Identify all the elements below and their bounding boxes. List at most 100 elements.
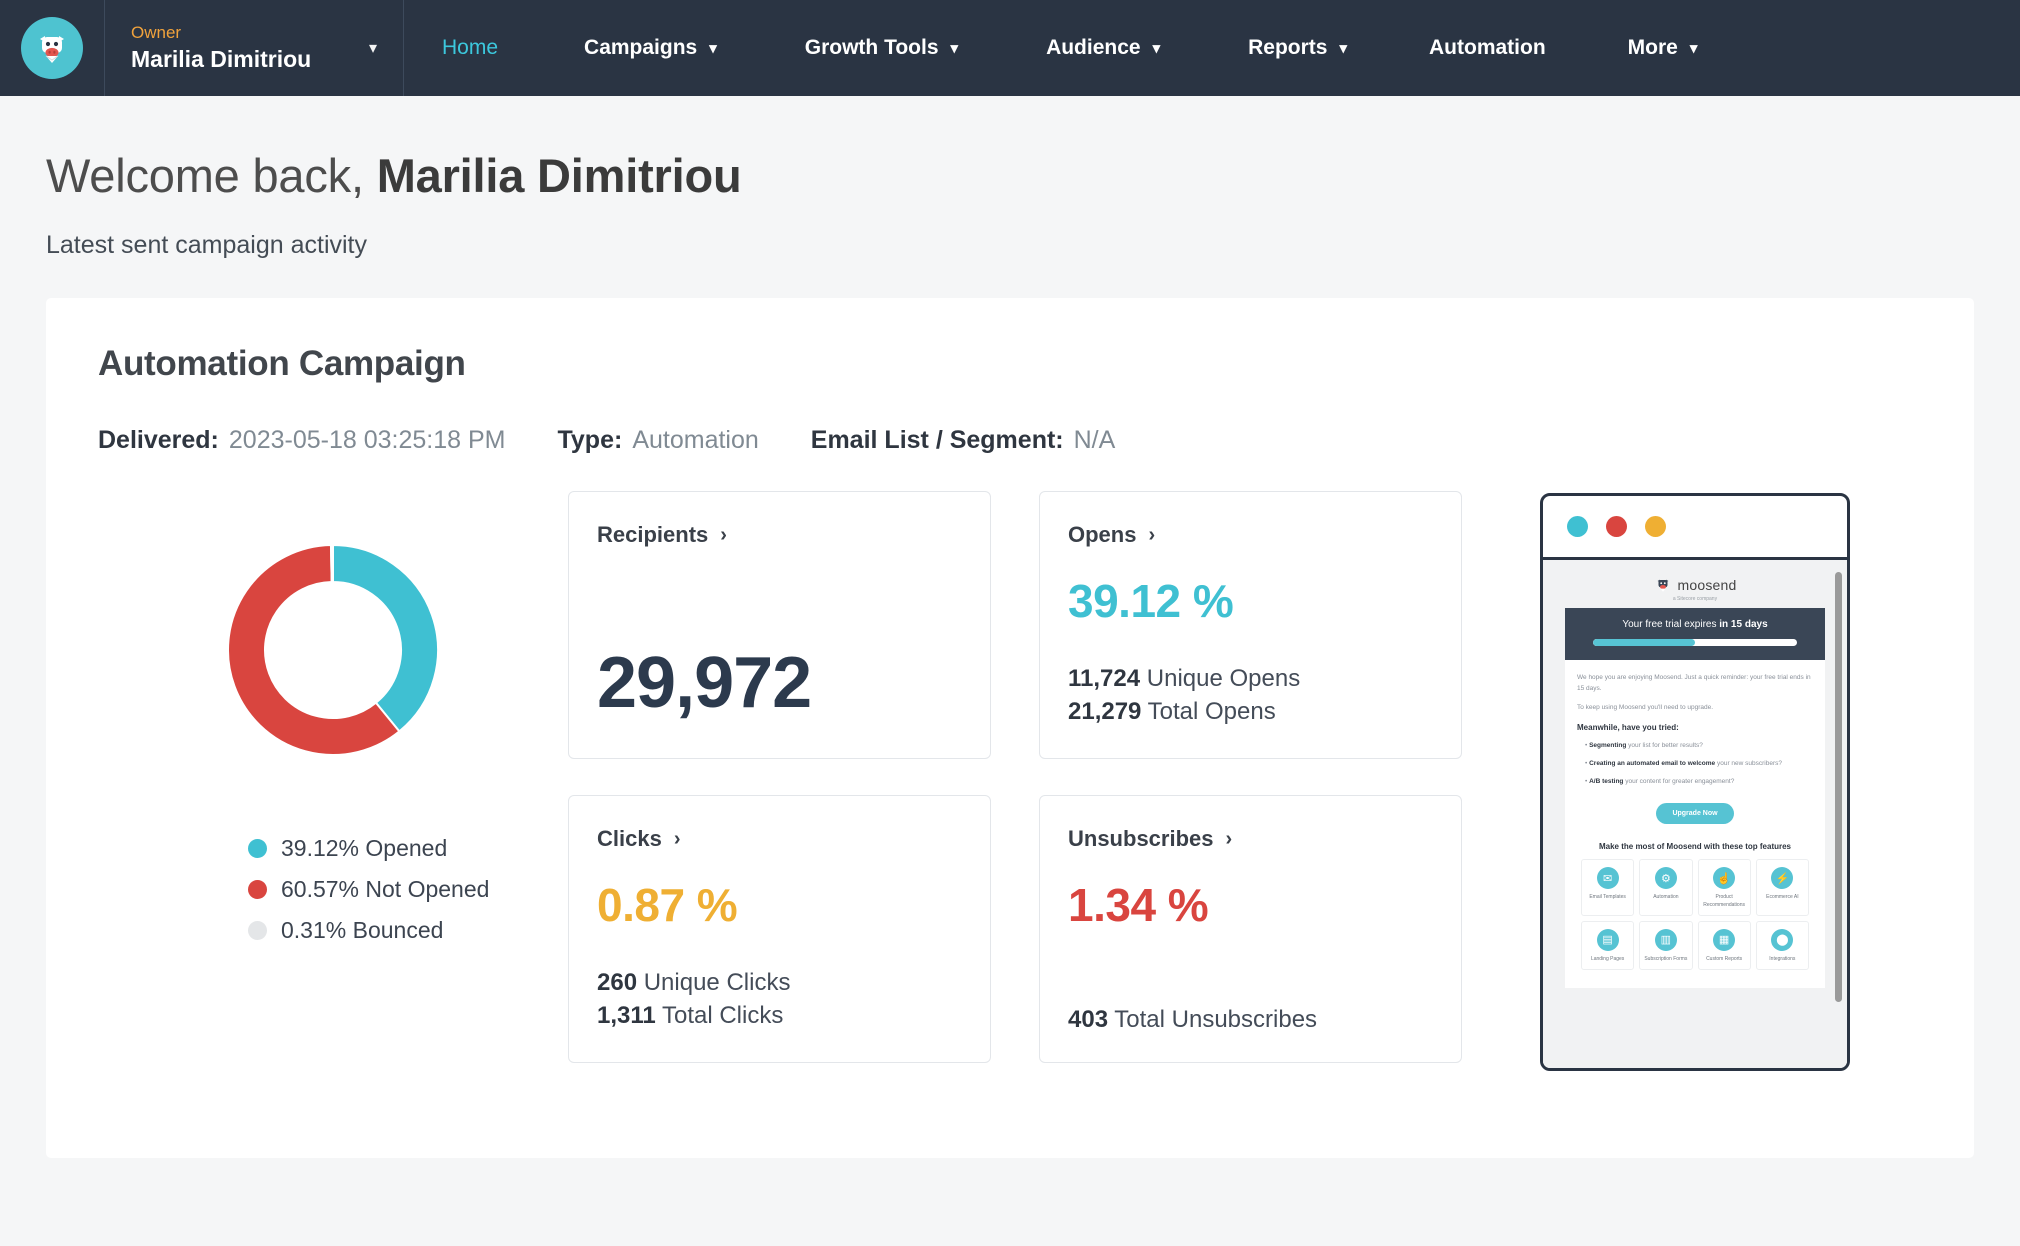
thumbs-up-icon: ☝: [1713, 867, 1736, 890]
email-list-item-3: • A/B testing your content for greater e…: [1585, 778, 1735, 786]
feature-tile-ecommerce-ai[interactable]: ⚡ Ecommerce AI: [1755, 859, 1809, 916]
preview-scrollbar[interactable]: [1835, 572, 1842, 1002]
form-icon: ▥: [1654, 928, 1677, 951]
meta-email-list-segment: Email List / Segment: N/A: [811, 426, 1116, 455]
page-subtitle: Latest sent campaign activity: [46, 231, 367, 259]
stat-card-clicks-header[interactable]: Clicks ›: [597, 826, 962, 852]
nav-item-reports-label: Reports: [1248, 36, 1328, 59]
chevron-down-icon: ▾: [1689, 40, 1698, 57]
opens-breakdown: 11,724 Unique Opens 21,279 Total Opens: [1068, 663, 1433, 732]
chevron-down-icon[interactable]: ▾: [369, 38, 377, 58]
account-role: Owner: [131, 22, 182, 42]
moosend-cow-logo-icon: [21, 17, 83, 79]
clicks-total-line: 1,311 Total Clicks: [597, 1000, 962, 1032]
chevron-right-icon: ›: [1225, 827, 1233, 850]
welcome-prefix: Welcome back,: [46, 149, 377, 202]
stat-card-opens-title: Opens: [1068, 522, 1137, 547]
trial-progress-track: [1593, 639, 1797, 646]
trial-banner-text: Your free trial expires in 15 days: [1575, 619, 1815, 630]
email-content: We hope you are enjoying Moosend. Just a…: [1565, 660, 1825, 989]
nav-item-reports[interactable]: Reports ▾: [1216, 0, 1397, 96]
feature-tile-landing-pages[interactable]: ▤ Landing Pages: [1581, 920, 1635, 971]
legend-item-opened: 39.12% Opened: [248, 835, 489, 862]
trial-text-prefix: Your free trial expires: [1622, 619, 1720, 630]
opens-total-label: Total Opens: [1147, 697, 1276, 725]
legend-label-opened: 39.12% Opened: [281, 835, 448, 861]
feature-label-landing-pages: Landing Pages: [1590, 955, 1625, 962]
unsubscribes-total-label: Total Unsubscribes: [1114, 1005, 1318, 1033]
opens-unique-number: 11,724: [1068, 665, 1141, 693]
chart-legend: 39.12% Opened 60.57% Not Opened 0.31% Bo…: [248, 835, 489, 944]
meta-delivered-value: 2023-05-18 03:25:18 PM: [228, 426, 506, 454]
chevron-down-icon: ▾: [950, 40, 959, 57]
clicks-total-label: Total Clicks: [661, 1001, 784, 1029]
top-navigation-bar: Owner Marilia Dimitriou ▾ Home Campaigns…: [0, 0, 2020, 96]
nav-item-growth-tools-label: Growth Tools: [804, 36, 939, 59]
email-list-item-2-rest: your new subscribers?: [1715, 760, 1782, 768]
legend-label-not-opened: 60.57% Not Opened: [281, 876, 490, 902]
meta-type: Type: Automation: [557, 426, 758, 455]
nav-item-campaigns[interactable]: Campaigns ▾: [552, 0, 773, 96]
email-list-heading: Meanwhile, have you tried:: [1577, 723, 1679, 733]
clicks-unique-label: Unique Clicks: [643, 969, 791, 997]
stat-card-recipients-header[interactable]: Recipients ›: [597, 522, 962, 548]
nav-item-automation[interactable]: Automation: [1397, 0, 1596, 96]
feature-tile-automation[interactable]: ⚙ Automation: [1639, 859, 1693, 916]
page-header: Welcome back, Marilia Dimitriou Latest s…: [0, 96, 2020, 260]
chevron-down-icon: ▾: [1339, 40, 1348, 57]
upgrade-now-button[interactable]: Upgrade Now: [1656, 803, 1734, 825]
meta-delivered: Delivered: 2023-05-18 03:25:18 PM: [98, 426, 505, 455]
stat-card-clicks[interactable]: Clicks › 0.87 % 260 Unique Clicks 1,311 …: [568, 795, 991, 1063]
template-icon: ✉: [1596, 867, 1619, 890]
email-list-item-3-rest: your content for greater engagement?: [1623, 778, 1735, 786]
bolt-icon: ⚡: [1771, 867, 1794, 890]
nav-item-home[interactable]: Home: [442, 0, 552, 96]
email-preview-section: moosend a Sitecore company Your free tri…: [1468, 491, 1922, 1071]
feature-tile-custom-reports[interactable]: ▦ Custom Reports: [1697, 920, 1751, 971]
stat-card-unsubscribes-title: Unsubscribes: [1068, 826, 1214, 851]
opens-percent: 39.12 %: [1068, 575, 1234, 627]
stat-card-opens[interactable]: Opens › 39.12 % 11,724 Unique Opens 21,2…: [1039, 491, 1462, 759]
account-name: Marilia Dimitriou: [131, 45, 312, 72]
meta-email-list-label: Email List / Segment:: [810, 426, 1064, 454]
chevron-right-icon: ›: [1148, 523, 1156, 546]
preview-window-bar: [1543, 496, 1847, 560]
donut-slice-bounced: [329, 543, 334, 584]
legend-label-bounced: 0.31% Bounced: [281, 917, 444, 943]
unsubscribes-breakdown: 403 Total Unsubscribes: [1068, 1004, 1433, 1036]
window-dot-yellow: [1645, 516, 1666, 537]
account-switcher[interactable]: Owner Marilia Dimitriou ▾: [104, 0, 404, 96]
legend-color-swatch-bounced: [248, 921, 267, 940]
open-rate-chart-section: 39.12% Opened 60.57% Not Opened 0.31% Bo…: [98, 491, 568, 944]
clicks-percent: 0.87 %: [597, 879, 738, 931]
opens-unique-line: 11,724 Unique Opens: [1068, 663, 1433, 695]
chevron-right-icon: ›: [720, 523, 727, 546]
meta-email-list-value: N/A: [1073, 426, 1116, 454]
nav-item-audience-label: Audience: [1046, 36, 1141, 59]
stat-card-recipients[interactable]: Recipients › 29,972: [568, 491, 991, 759]
meta-type-label: Type:: [557, 426, 623, 454]
nav-item-automation-label: Automation: [1429, 36, 1546, 59]
feature-tile-email-templates[interactable]: ✉ Email Templates: [1581, 859, 1635, 916]
nav-item-audience[interactable]: Audience ▾: [1014, 0, 1216, 96]
stat-card-opens-header[interactable]: Opens ›: [1068, 522, 1433, 548]
campaign-meta-row: Delivered: 2023-05-18 03:25:18 PM Type: …: [98, 426, 1922, 455]
nav-item-more[interactable]: More ▾: [1596, 0, 1730, 96]
nav-item-growth-tools[interactable]: Growth Tools ▾: [773, 0, 1014, 96]
feature-tile-subscription-forms[interactable]: ▥ Subscription Forms: [1639, 920, 1693, 971]
feature-label-subscription-forms: Subscription Forms: [1644, 955, 1688, 962]
plug-icon: ⬤: [1771, 928, 1794, 951]
feature-tile-integrations[interactable]: ⬤ Integrations: [1755, 920, 1809, 971]
moosend-cow-logo-icon: [1657, 579, 1668, 592]
stat-card-unsubscribes[interactable]: Unsubscribes › 1.34 % 403 Total Unsubscr…: [1039, 795, 1462, 1063]
donut-slice-opened: [332, 543, 439, 733]
chevron-right-icon: ›: [673, 827, 681, 850]
preview-email-body[interactable]: moosend a Sitecore company Your free tri…: [1543, 560, 1847, 1068]
feature-tile-product-recommendations[interactable]: ☝ Product Recommendations: [1697, 859, 1751, 916]
email-list-item-1: • Segmenting your list for better result…: [1585, 742, 1703, 750]
stat-card-unsubscribes-header[interactable]: Unsubscribes ›: [1068, 826, 1433, 852]
brand-logo[interactable]: [0, 0, 104, 96]
clicks-total-number: 1,311: [597, 1001, 656, 1029]
meta-type-value: Automation: [632, 426, 759, 454]
unsubscribes-total-line: 403 Total Unsubscribes: [1068, 1004, 1433, 1036]
